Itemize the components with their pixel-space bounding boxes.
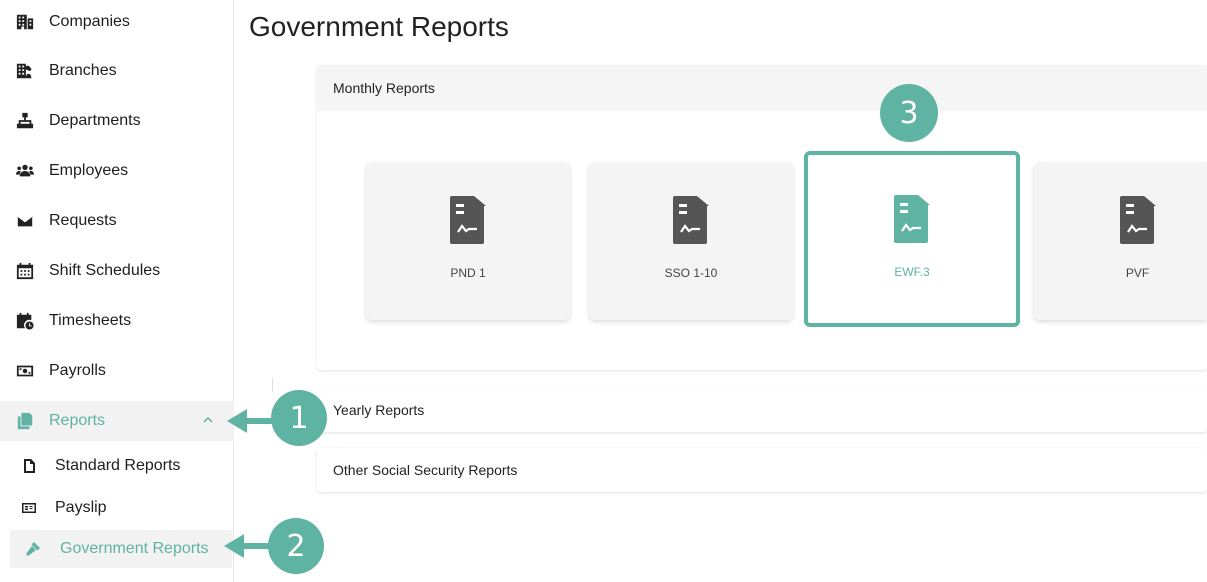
sidebar-item-label: Companies <box>49 13 130 30</box>
sidebar-subitem-standard-reports[interactable]: Standard Reports <box>0 447 234 485</box>
gavel-icon <box>25 540 43 558</box>
chevron-up-icon[interactable] <box>201 413 215 427</box>
report-card-pnd1[interactable]: PND 1 <box>366 162 570 320</box>
card-label: PND 1 <box>450 266 486 280</box>
sidebar-item-label: Employees <box>49 162 129 179</box>
other-reports-header: Other Social Security Reports <box>333 462 518 478</box>
sidebar-item-label: Standard Reports <box>55 457 181 474</box>
card-label: SSO 1-10 <box>664 266 718 280</box>
sidebar-item-reports[interactable]: Reports <box>0 401 234 441</box>
sidebar-item-label: Branches <box>49 62 117 79</box>
document-icon <box>450 196 486 244</box>
sidebar-item-timesheets[interactable]: Timesheets <box>0 301 234 341</box>
envelope-icon <box>15 211 35 231</box>
sidebar-item-label: Shift Schedules <box>49 262 161 279</box>
card-label: PVF <box>1125 266 1150 280</box>
sidebar-item-shift-schedules[interactable]: Shift Schedules <box>0 251 234 291</box>
annotation-arrow-2-head <box>224 534 244 558</box>
document-icon <box>673 196 709 244</box>
sidebar-item-label: Payslip <box>55 499 107 516</box>
calendar-icon <box>15 261 35 281</box>
sidebar-item-label: Reports <box>49 412 106 429</box>
sidebar-subitem-payslip[interactable]: Payslip <box>0 489 234 527</box>
monthly-reports-header[interactable]: Monthly Reports <box>317 65 1207 111</box>
sidebar-item-companies[interactable]: Companies <box>0 2 234 42</box>
report-card-sso-1-10[interactable]: SSO 1-10 <box>589 162 793 320</box>
page-title: Government Reports <box>249 11 509 42</box>
building-icon <box>15 12 35 32</box>
sidebar-item-branches[interactable]: Branches <box>0 51 234 91</box>
annotation-badge-2: 2 <box>268 518 324 574</box>
yearly-reports-panel[interactable]: Yearly Reports <box>317 388 1207 432</box>
app-root: Companies Branches Departments Employees… <box>0 0 1207 582</box>
id-card-icon <box>20 499 38 517</box>
sidebar-item-label: Government Reports <box>60 540 209 557</box>
money-icon <box>15 361 35 381</box>
calendar-clock-icon <box>15 311 35 331</box>
annotation-arrow-1-head <box>227 409 247 433</box>
sidebar-item-requests[interactable]: Requests <box>0 201 234 241</box>
annotation-badge-1: 1 <box>271 390 327 446</box>
sidebar-subitem-government-reports[interactable]: Government Reports <box>10 530 232 568</box>
report-card-pvf[interactable]: PVF <box>1034 162 1207 320</box>
report-card-ewf3[interactable]: EWF.3 <box>804 151 1020 327</box>
sidebar-item-label: Departments <box>49 112 141 129</box>
sidebar-item-employees[interactable]: Employees <box>0 151 234 191</box>
other-social-security-reports-panel[interactable]: Other Social Security Reports <box>317 448 1207 492</box>
card-label: EWF.3 <box>894 265 930 279</box>
sidebar-item-label: Timesheets <box>49 312 132 329</box>
copy-icon <box>15 411 35 431</box>
file-icon <box>20 457 38 475</box>
yearly-reports-header: Yearly Reports <box>333 402 425 418</box>
annotation-badge-3: 3 <box>880 84 938 142</box>
sidebar: Companies Branches Departments Employees… <box>0 0 234 582</box>
document-icon <box>1119 196 1156 244</box>
sidebar-item-label: Payrolls <box>49 362 106 379</box>
sidebar-item-label: Requests <box>49 212 117 229</box>
document-icon <box>894 195 930 243</box>
sidebar-item-payrolls[interactable]: Payrolls <box>0 351 234 391</box>
branches-icon <box>15 61 35 81</box>
sidebar-item-departments[interactable]: Departments <box>0 101 234 141</box>
sitemap-icon <box>15 111 35 131</box>
users-icon <box>15 161 35 181</box>
divider <box>272 378 273 392</box>
